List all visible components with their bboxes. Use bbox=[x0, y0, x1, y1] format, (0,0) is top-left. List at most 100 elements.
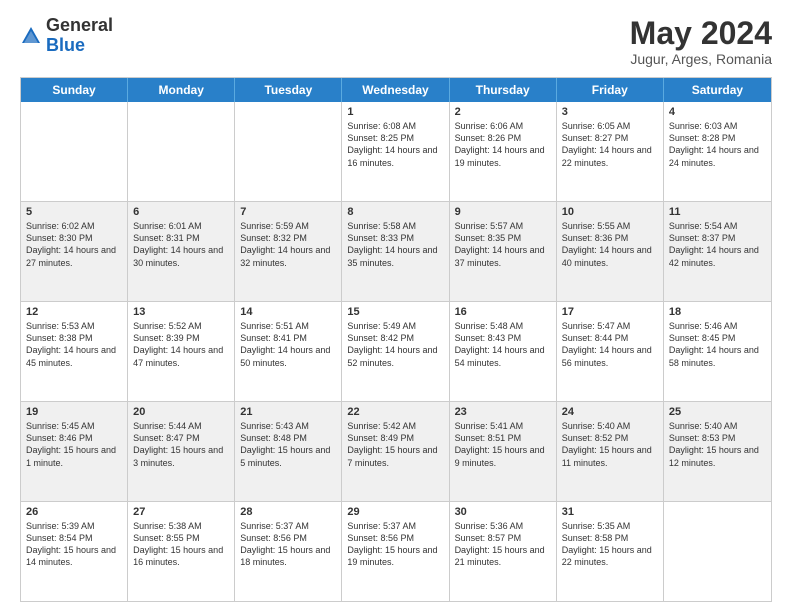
cal-cell-r0-c5: 3 Sunrise: 6:05 AM Sunset: 8:27 PM Daylig… bbox=[557, 102, 664, 201]
cell-text: Sunrise: 6:02 AM Sunset: 8:30 PM Dayligh… bbox=[26, 220, 122, 269]
logo-text: General Blue bbox=[46, 16, 113, 56]
day-number: 5 bbox=[26, 206, 122, 218]
day-number: 7 bbox=[240, 206, 336, 218]
header-wednesday: Wednesday bbox=[342, 78, 449, 102]
cal-row-2: 12 Sunrise: 5:53 AM Sunset: 8:38 PM Dayli… bbox=[21, 302, 771, 402]
day-number: 14 bbox=[240, 306, 336, 318]
cell-text: Sunrise: 5:58 AM Sunset: 8:33 PM Dayligh… bbox=[347, 220, 443, 269]
day-number: 12 bbox=[26, 306, 122, 318]
cal-cell-r0-c4: 2 Sunrise: 6:06 AM Sunset: 8:26 PM Daylig… bbox=[450, 102, 557, 201]
logo-general: General bbox=[46, 15, 113, 35]
cal-cell-r0-c0 bbox=[21, 102, 128, 201]
cal-cell-r2-c4: 16 Sunrise: 5:48 AM Sunset: 8:43 PM Dayli… bbox=[450, 302, 557, 401]
day-number: 3 bbox=[562, 106, 658, 118]
cal-cell-r2-c6: 18 Sunrise: 5:46 AM Sunset: 8:45 PM Dayli… bbox=[664, 302, 771, 401]
cal-cell-r0-c1 bbox=[128, 102, 235, 201]
cell-text: Sunrise: 5:52 AM Sunset: 8:39 PM Dayligh… bbox=[133, 320, 229, 369]
cell-text: Sunrise: 6:05 AM Sunset: 8:27 PM Dayligh… bbox=[562, 120, 658, 169]
cell-text: Sunrise: 5:37 AM Sunset: 8:56 PM Dayligh… bbox=[347, 520, 443, 569]
cal-cell-r1-c4: 9 Sunrise: 5:57 AM Sunset: 8:35 PM Daylig… bbox=[450, 202, 557, 301]
day-number: 27 bbox=[133, 506, 229, 518]
cell-text: Sunrise: 5:59 AM Sunset: 8:32 PM Dayligh… bbox=[240, 220, 336, 269]
cell-text: Sunrise: 5:36 AM Sunset: 8:57 PM Dayligh… bbox=[455, 520, 551, 569]
header-tuesday: Tuesday bbox=[235, 78, 342, 102]
cal-cell-r3-c6: 25 Sunrise: 5:40 AM Sunset: 8:53 PM Dayli… bbox=[664, 402, 771, 501]
day-number: 24 bbox=[562, 406, 658, 418]
cal-cell-r4-c1: 27Sunrise: 5:38 AM Sunset: 8:55 PM Dayli… bbox=[128, 502, 235, 601]
day-number: 9 bbox=[455, 206, 551, 218]
cal-cell-r2-c1: 13Sunrise: 5:52 AM Sunset: 8:39 PM Dayli… bbox=[128, 302, 235, 401]
cal-cell-r0-c2 bbox=[235, 102, 342, 201]
cell-text: Sunrise: 6:08 AM Sunset: 8:25 PM Dayligh… bbox=[347, 120, 443, 169]
cell-text: Sunrise: 5:55 AM Sunset: 8:36 PM Dayligh… bbox=[562, 220, 658, 269]
cal-cell-r4-c0: 26 Sunrise: 5:39 AM Sunset: 8:54 PM Dayli… bbox=[21, 502, 128, 601]
cal-cell-r1-c6: 11 Sunrise: 5:54 AM Sunset: 8:37 PM Dayli… bbox=[664, 202, 771, 301]
calendar: Sunday Monday Tuesday Wednesday Thursday… bbox=[20, 77, 772, 602]
header: General Blue May 2024 Jugur, Arges, Roma… bbox=[20, 16, 772, 67]
calendar-header-row: Sunday Monday Tuesday Wednesday Thursday… bbox=[21, 78, 771, 102]
calendar-body: 1Sunrise: 6:08 AM Sunset: 8:25 PM Daylig… bbox=[21, 102, 771, 601]
header-friday: Friday bbox=[557, 78, 664, 102]
day-number: 29 bbox=[347, 506, 443, 518]
day-number: 23 bbox=[455, 406, 551, 418]
cell-text: Sunrise: 5:37 AM Sunset: 8:56 PM Dayligh… bbox=[240, 520, 336, 569]
cell-text: Sunrise: 5:40 AM Sunset: 8:52 PM Dayligh… bbox=[562, 420, 658, 469]
cell-text: Sunrise: 5:47 AM Sunset: 8:44 PM Dayligh… bbox=[562, 320, 658, 369]
cal-cell-r2-c0: 12 Sunrise: 5:53 AM Sunset: 8:38 PM Dayli… bbox=[21, 302, 128, 401]
day-number: 20 bbox=[133, 406, 229, 418]
cell-text: Sunrise: 5:41 AM Sunset: 8:51 PM Dayligh… bbox=[455, 420, 551, 469]
cal-cell-r4-c5: 31 Sunrise: 5:35 AM Sunset: 8:58 PM Dayli… bbox=[557, 502, 664, 601]
cal-cell-r1-c3: 8 Sunrise: 5:58 AM Sunset: 8:33 PM Daylig… bbox=[342, 202, 449, 301]
day-number: 26 bbox=[26, 506, 122, 518]
month-title: May 2024 bbox=[630, 16, 772, 51]
day-number: 19 bbox=[26, 406, 122, 418]
cell-text: Sunrise: 5:48 AM Sunset: 8:43 PM Dayligh… bbox=[455, 320, 551, 369]
day-number: 17 bbox=[562, 306, 658, 318]
header-thursday: Thursday bbox=[450, 78, 557, 102]
cal-row-0: 1Sunrise: 6:08 AM Sunset: 8:25 PM Daylig… bbox=[21, 102, 771, 202]
subtitle: Jugur, Arges, Romania bbox=[630, 51, 772, 67]
day-number: 2 bbox=[455, 106, 551, 118]
title-block: May 2024 Jugur, Arges, Romania bbox=[630, 16, 772, 67]
cal-cell-r3-c5: 24 Sunrise: 5:40 AM Sunset: 8:52 PM Dayli… bbox=[557, 402, 664, 501]
day-number: 21 bbox=[240, 406, 336, 418]
logo: General Blue bbox=[20, 16, 113, 56]
page: General Blue May 2024 Jugur, Arges, Roma… bbox=[0, 0, 792, 612]
cell-text: Sunrise: 6:06 AM Sunset: 8:26 PM Dayligh… bbox=[455, 120, 551, 169]
cal-cell-r0-c3: 1Sunrise: 6:08 AM Sunset: 8:25 PM Daylig… bbox=[342, 102, 449, 201]
header-monday: Monday bbox=[128, 78, 235, 102]
cal-cell-r4-c3: 29 Sunrise: 5:37 AM Sunset: 8:56 PM Dayli… bbox=[342, 502, 449, 601]
cell-text: Sunrise: 5:46 AM Sunset: 8:45 PM Dayligh… bbox=[669, 320, 766, 369]
day-number: 31 bbox=[562, 506, 658, 518]
cell-text: Sunrise: 5:54 AM Sunset: 8:37 PM Dayligh… bbox=[669, 220, 766, 269]
header-sunday: Sunday bbox=[21, 78, 128, 102]
cell-text: Sunrise: 5:49 AM Sunset: 8:42 PM Dayligh… bbox=[347, 320, 443, 369]
cell-text: Sunrise: 6:01 AM Sunset: 8:31 PM Dayligh… bbox=[133, 220, 229, 269]
cell-text: Sunrise: 5:57 AM Sunset: 8:35 PM Dayligh… bbox=[455, 220, 551, 269]
cal-cell-r2-c5: 17 Sunrise: 5:47 AM Sunset: 8:44 PM Dayli… bbox=[557, 302, 664, 401]
cal-cell-r1-c1: 6Sunrise: 6:01 AM Sunset: 8:31 PM Daylig… bbox=[128, 202, 235, 301]
day-number: 8 bbox=[347, 206, 443, 218]
cal-cell-r4-c6 bbox=[664, 502, 771, 601]
logo-icon bbox=[20, 25, 42, 47]
day-number: 16 bbox=[455, 306, 551, 318]
cal-cell-r2-c3: 15Sunrise: 5:49 AM Sunset: 8:42 PM Dayli… bbox=[342, 302, 449, 401]
day-number: 4 bbox=[669, 106, 766, 118]
cal-cell-r3-c0: 19Sunrise: 5:45 AM Sunset: 8:46 PM Dayli… bbox=[21, 402, 128, 501]
day-number: 11 bbox=[669, 206, 766, 218]
cal-cell-r3-c3: 22Sunrise: 5:42 AM Sunset: 8:49 PM Dayli… bbox=[342, 402, 449, 501]
cal-row-3: 19Sunrise: 5:45 AM Sunset: 8:46 PM Dayli… bbox=[21, 402, 771, 502]
day-number: 18 bbox=[669, 306, 766, 318]
day-number: 30 bbox=[455, 506, 551, 518]
cell-text: Sunrise: 5:39 AM Sunset: 8:54 PM Dayligh… bbox=[26, 520, 122, 569]
cell-text: Sunrise: 5:35 AM Sunset: 8:58 PM Dayligh… bbox=[562, 520, 658, 569]
cal-cell-r1-c0: 5 Sunrise: 6:02 AM Sunset: 8:30 PM Daylig… bbox=[21, 202, 128, 301]
cal-cell-r4-c2: 28Sunrise: 5:37 AM Sunset: 8:56 PM Dayli… bbox=[235, 502, 342, 601]
day-number: 25 bbox=[669, 406, 766, 418]
cell-text: Sunrise: 5:53 AM Sunset: 8:38 PM Dayligh… bbox=[26, 320, 122, 369]
cell-text: Sunrise: 5:44 AM Sunset: 8:47 PM Dayligh… bbox=[133, 420, 229, 469]
cell-text: Sunrise: 6:03 AM Sunset: 8:28 PM Dayligh… bbox=[669, 120, 766, 169]
cal-cell-r1-c2: 7 Sunrise: 5:59 AM Sunset: 8:32 PM Daylig… bbox=[235, 202, 342, 301]
day-number: 10 bbox=[562, 206, 658, 218]
cell-text: Sunrise: 5:40 AM Sunset: 8:53 PM Dayligh… bbox=[669, 420, 766, 469]
